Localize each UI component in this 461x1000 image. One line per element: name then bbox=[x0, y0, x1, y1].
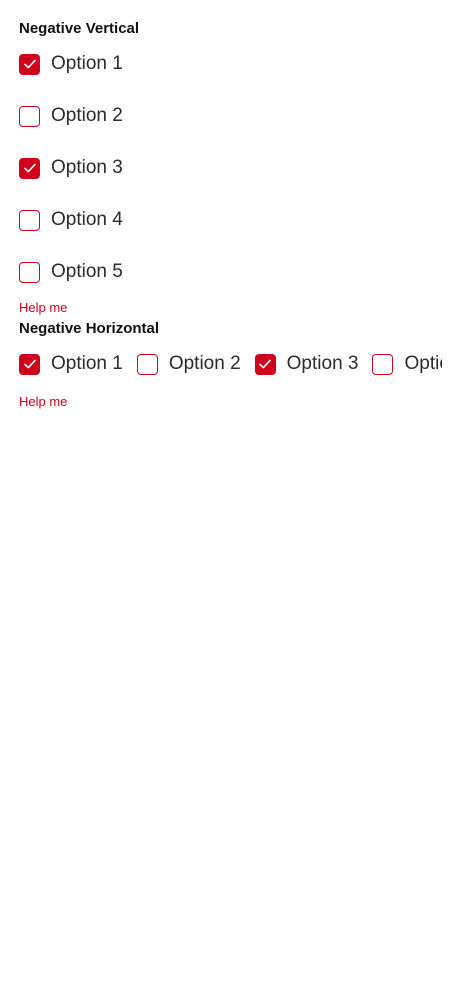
option-label: Option 2 bbox=[51, 105, 123, 126]
horizontal-checkbox-scroller: Option 1 Option 2 Option 3 Option 4 bbox=[19, 351, 442, 377]
horizontal-checkbox-group: Option 1 Option 2 Option 3 Option 4 bbox=[19, 351, 442, 377]
horizontal-help-link[interactable]: Help me bbox=[19, 394, 67, 410]
option-label: Option 5 bbox=[51, 261, 123, 282]
checkbox[interactable] bbox=[254, 353, 276, 375]
option-label: Option 3 bbox=[51, 157, 123, 178]
option-label: Option 1 bbox=[51, 353, 123, 374]
checkbox[interactable] bbox=[19, 209, 40, 231]
option-label: Option 3 bbox=[286, 353, 359, 374]
option-label: Option 4 bbox=[404, 353, 442, 374]
horizontal-option-2[interactable]: Option 2 bbox=[136, 351, 241, 377]
checkmark-icon bbox=[23, 359, 36, 369]
checkmark-icon bbox=[23, 59, 36, 69]
checkbox[interactable] bbox=[136, 353, 158, 375]
vertical-help-link[interactable]: Help me bbox=[19, 300, 67, 316]
vertical-option-2[interactable]: Option 2 bbox=[19, 103, 123, 129]
vertical-option-4[interactable]: Option 4 bbox=[19, 207, 123, 233]
checkbox[interactable] bbox=[19, 105, 40, 127]
horizontal-option-4[interactable]: Option 4 bbox=[372, 351, 442, 377]
option-label: Option 4 bbox=[51, 209, 123, 230]
vertical-option-3[interactable]: Option 3 bbox=[19, 155, 123, 181]
vertical-option-1[interactable]: Option 1 bbox=[19, 51, 123, 77]
option-label: Option 2 bbox=[168, 353, 241, 374]
checkbox[interactable] bbox=[19, 353, 40, 375]
checkmark-icon bbox=[259, 359, 271, 369]
horizontal-section-title: Negative Horizontal bbox=[19, 320, 160, 337]
vertical-option-5[interactable]: Option 5 bbox=[19, 259, 123, 285]
vertical-section-title: Negative Vertical bbox=[19, 20, 140, 37]
checkmark-icon bbox=[23, 163, 36, 173]
option-label: Option 1 bbox=[51, 53, 123, 74]
horizontal-option-3[interactable]: Option 3 bbox=[254, 351, 359, 377]
checkbox[interactable] bbox=[19, 157, 40, 179]
horizontal-option-1[interactable]: Option 1 bbox=[19, 351, 123, 377]
checkbox[interactable] bbox=[19, 261, 40, 283]
vertical-checkbox-group: Option 1 Option 2 Option 3 Option 4 Opti… bbox=[19, 51, 123, 285]
checkbox[interactable] bbox=[372, 353, 394, 375]
checkbox[interactable] bbox=[19, 53, 40, 75]
